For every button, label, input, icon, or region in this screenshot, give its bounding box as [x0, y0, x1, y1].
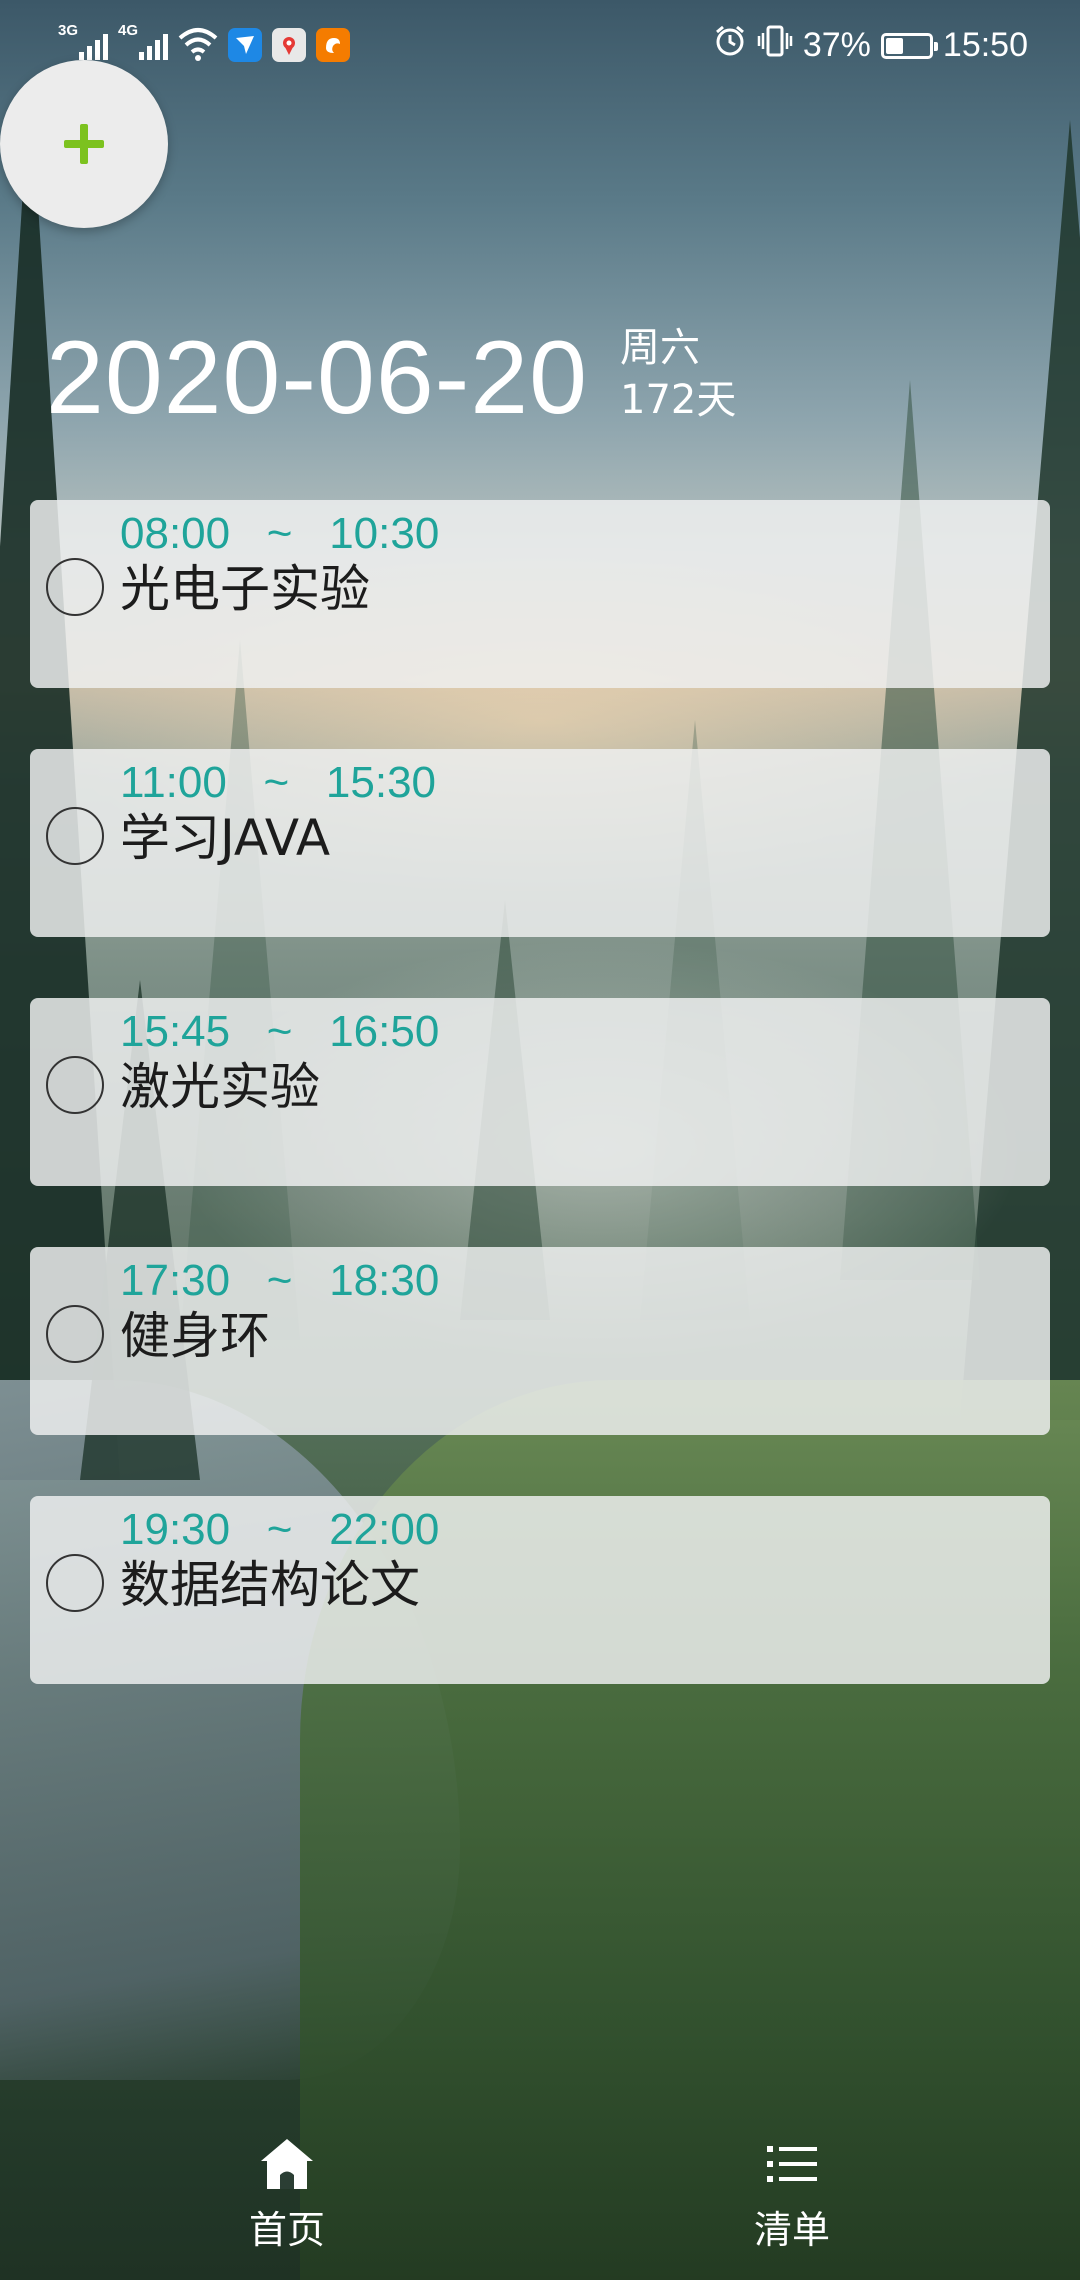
status-bar-left: 3G 4G — [58, 22, 350, 62]
task-end-time: 18:30 — [329, 1256, 440, 1305]
task-card[interactable]: 17:30 ~ 18:30 健身环 — [30, 1247, 1050, 1435]
clock: 15:50 — [942, 26, 1028, 64]
nav-home-label: 首页 — [248, 2208, 325, 2252]
task-time: 19:30 ~ 22:00 — [120, 1504, 439, 1556]
task-list: 08:00 ~ 10:30 光电子实验 11:00 ~ 15:30 学习JAVA… — [30, 500, 1050, 1745]
task-time-separator: ~ — [266, 1505, 293, 1554]
sim1-network-label: 3G — [58, 22, 79, 39]
uc-browser-icon — [316, 28, 350, 62]
task-start-time: 19:30 — [120, 1505, 231, 1554]
plus-icon — [64, 124, 104, 164]
task-title: 数据结构论文 — [120, 1556, 420, 1614]
task-end-time: 22:00 — [329, 1505, 440, 1554]
task-checkbox[interactable] — [46, 1305, 104, 1363]
battery-icon — [880, 32, 938, 59]
task-time: 11:00 ~ 15:30 — [120, 757, 436, 809]
task-end-time: 10:30 — [329, 509, 440, 558]
alarm-icon — [713, 24, 747, 67]
sim2-signal-icon: 4G — [118, 22, 168, 62]
nav-home-tab[interactable]: 首页 — [187, 2124, 387, 2280]
task-card[interactable]: 08:00 ~ 10:30 光电子实验 — [30, 500, 1050, 688]
task-checkbox[interactable] — [46, 1056, 104, 1114]
status-bar: 3G 4G 37% 15:50 — [0, 0, 1080, 92]
bottom-navigation: 首页 清单 — [0, 2124, 1080, 2280]
home-icon — [257, 2134, 317, 2194]
current-date: 2020-06-20 — [46, 320, 588, 436]
task-checkbox[interactable] — [46, 807, 104, 865]
weekday-label: 周六 — [620, 325, 700, 371]
task-card[interactable]: 15:45 ~ 16:50 激光实验 — [30, 998, 1050, 1186]
task-end-time: 15:30 — [325, 758, 437, 807]
task-start-time: 08:00 — [120, 509, 231, 558]
task-title: 光电子实验 — [120, 560, 370, 618]
nav-list-tab[interactable]: 清单 — [692, 2124, 892, 2280]
task-time-separator: ~ — [266, 1256, 293, 1305]
sim2-network-label: 4G — [118, 22, 139, 39]
status-bar-right: 37% 15:50 — [713, 24, 1028, 67]
wifi-icon — [178, 26, 218, 62]
vibrate-icon — [757, 24, 793, 67]
task-time: 15:45 ~ 16:50 — [120, 1006, 439, 1058]
task-checkbox[interactable] — [46, 1554, 104, 1612]
day-count-label: 172天 — [620, 377, 737, 423]
task-checkbox[interactable] — [46, 558, 104, 616]
task-time: 08:00 ~ 10:30 — [120, 508, 439, 560]
task-card[interactable]: 11:00 ~ 15:30 学习JAVA — [30, 749, 1050, 937]
task-start-time: 11:00 — [120, 758, 227, 807]
task-title: 激光实验 — [120, 1058, 320, 1116]
task-time-separator: ~ — [266, 509, 293, 558]
task-title: 健身环 — [120, 1307, 270, 1365]
message-icon — [228, 28, 262, 62]
task-end-time: 16:50 — [329, 1007, 440, 1056]
task-start-time: 17:30 — [120, 1256, 231, 1305]
nav-list-label: 清单 — [753, 2208, 830, 2252]
battery-fill — [885, 37, 903, 54]
sim1-signal-icon: 3G — [58, 22, 108, 62]
battery-percent: 37% — [802, 26, 871, 64]
list-icon — [762, 2134, 822, 2194]
task-title: 学习JAVA — [120, 809, 331, 867]
task-time: 17:30 ~ 18:30 — [120, 1255, 439, 1307]
add-task-button[interactable] — [0, 60, 168, 228]
task-time-separator: ~ — [266, 1007, 293, 1056]
task-time-separator: ~ — [263, 758, 290, 807]
task-card[interactable]: 19:30 ~ 22:00 数据结构论文 — [30, 1496, 1050, 1684]
task-start-time: 15:45 — [120, 1007, 231, 1056]
map-icon — [272, 28, 306, 62]
date-side-info: 周六 172天 — [620, 322, 736, 426]
